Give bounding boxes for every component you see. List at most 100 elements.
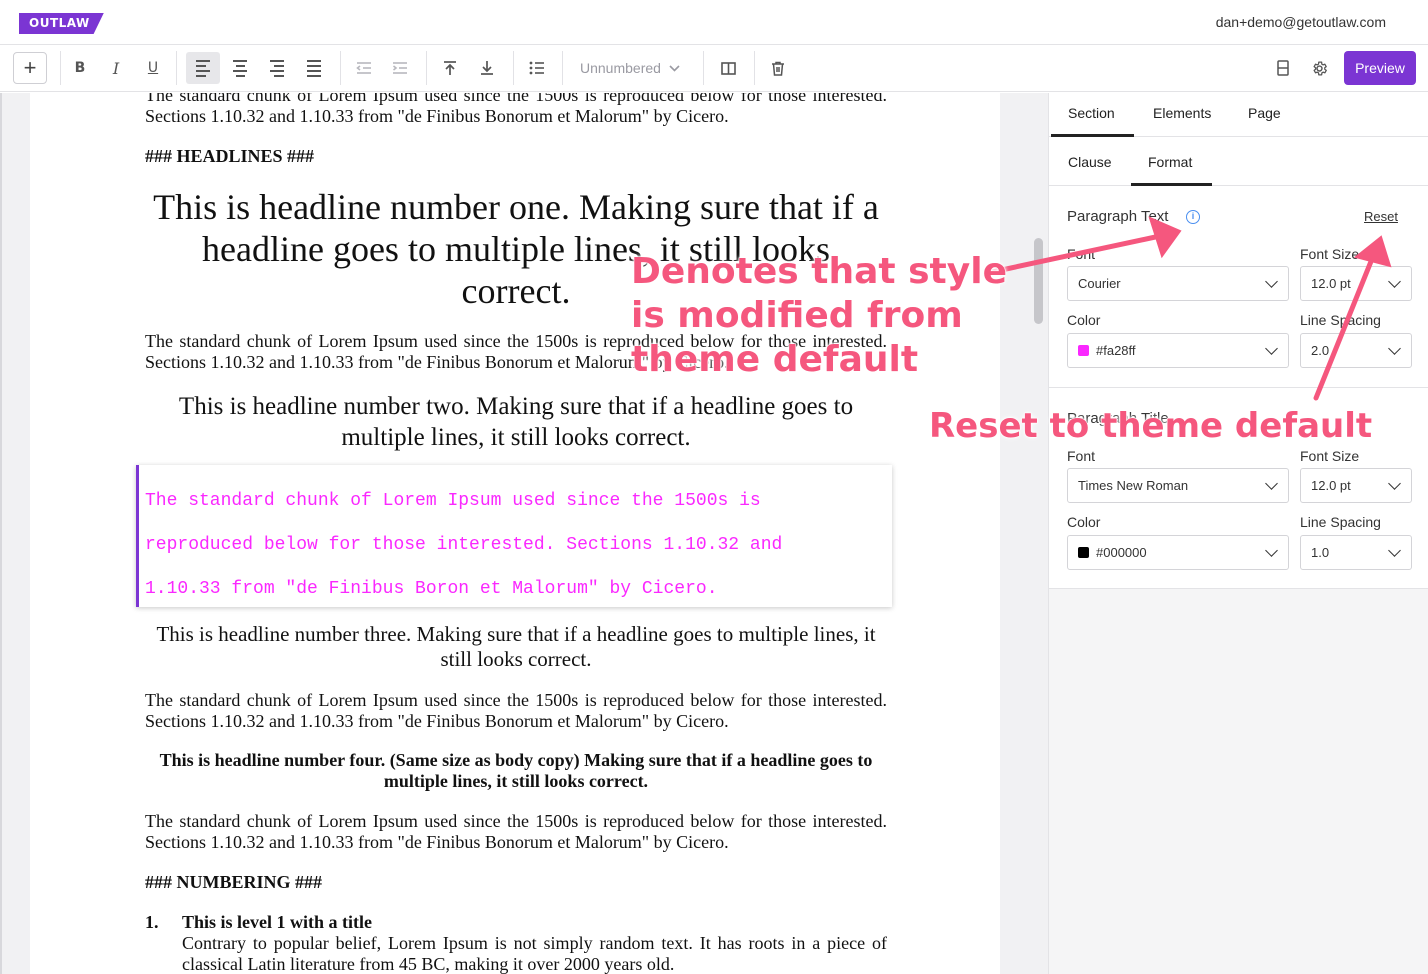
italic-button[interactable]: I [100, 52, 132, 84]
color-select[interactable]: #fa28ff [1067, 333, 1289, 368]
toolbar-divider [562, 51, 563, 85]
font-size-label: Font Size [1300, 246, 1360, 262]
add-element-button[interactable]: + [13, 52, 47, 84]
color-label: Color [1067, 514, 1101, 530]
move-up-button[interactable] [434, 52, 466, 84]
trash-icon [772, 61, 784, 76]
paragraph-body[interactable]: The standard chunk of Lorem Ipsum used s… [145, 811, 887, 853]
move-up-icon [444, 61, 456, 75]
chevron-down-icon [1388, 342, 1401, 355]
title-line-spacing-select[interactable]: 1.0 [1300, 535, 1412, 570]
format-settings-card: Section Elements Page Clause Format Para… [1049, 93, 1428, 589]
annotation-line: theme default [631, 339, 919, 381]
align-right-icon [270, 59, 284, 77]
chevron-down-icon [669, 64, 680, 72]
tab-elements[interactable]: Elements [1153, 105, 1211, 121]
annotation-modified-style: Denotes that style is modified from them… [631, 250, 1008, 382]
top-bar: OUTLAW dan+demo@getoutlaw.com [0, 0, 1428, 45]
font-select-value: Courier [1078, 276, 1121, 291]
gear-icon [1312, 60, 1327, 76]
list-item-text: Contrary to popular belief, Lorem Ipsum … [182, 933, 887, 974]
move-down-button[interactable] [471, 52, 503, 84]
align-justify-icon [307, 59, 321, 77]
paragraph-text-heading: Paragraph Text [1067, 208, 1169, 225]
underline-button[interactable]: U [137, 52, 169, 84]
chevron-down-icon [1388, 477, 1401, 490]
reset-link[interactable]: Reset [1364, 209, 1398, 224]
bold-button[interactable]: B [64, 52, 96, 84]
user-email[interactable]: dan+demo@getoutlaw.com [1216, 14, 1386, 30]
align-left-button[interactable] [186, 52, 220, 84]
toolbar-divider [60, 51, 61, 85]
split-columns-button[interactable] [712, 52, 744, 84]
preview-button[interactable]: Preview [1344, 51, 1416, 85]
columns-icon [720, 61, 736, 75]
panel-subtabs: Clause Format [1049, 137, 1428, 186]
list-item-title: This is level 1 with a title [182, 912, 372, 932]
title-font-select[interactable]: Times New Roman [1067, 468, 1289, 503]
font-label: Font [1067, 246, 1096, 262]
title-font-size-select[interactable]: 12.0 pt [1300, 468, 1412, 503]
properties-panel: Section Elements Page Clause Format Para… [1048, 93, 1428, 974]
align-left-icon [196, 59, 210, 77]
editor-scrollbar[interactable] [1034, 238, 1043, 324]
align-right-button[interactable] [261, 52, 293, 84]
title-color-select[interactable]: #000000 [1067, 535, 1289, 570]
line-spacing-label: Line Spacing [1300, 514, 1381, 530]
headline-three[interactable]: This is headline number three. Making su… [145, 622, 887, 672]
chevron-down-icon [1265, 544, 1278, 557]
page-layout-button[interactable] [1267, 52, 1299, 84]
align-center-button[interactable] [224, 52, 256, 84]
font-size-select[interactable]: 12.0 pt [1300, 266, 1412, 301]
align-justify-button[interactable] [298, 52, 330, 84]
annotation-line: Denotes that style [631, 251, 1008, 293]
delete-button[interactable] [762, 52, 794, 84]
formatting-toolbar: + B I U Unnumbered Preview [0, 45, 1428, 92]
tab-format[interactable]: Format [1148, 154, 1192, 170]
numbering-select-value: Unnumbered [580, 60, 661, 76]
numbering-select[interactable]: Unnumbered [570, 53, 692, 83]
chevron-down-icon [1265, 342, 1278, 355]
section-divider [1049, 387, 1428, 388]
chevron-down-icon [1265, 477, 1278, 490]
list-number: 1. [145, 912, 159, 932]
tab-clause[interactable]: Clause [1068, 154, 1112, 170]
toolbar-divider [340, 51, 341, 85]
title-font-select-value: Times New Roman [1078, 478, 1189, 493]
tab-page[interactable]: Page [1248, 105, 1281, 121]
paragraph-body[interactable]: The standard chunk of Lorem Ipsum used s… [145, 690, 887, 732]
font-size-label: Font Size [1300, 448, 1360, 464]
toolbar-divider [426, 51, 427, 85]
indent-button[interactable] [384, 52, 416, 84]
color-label: Color [1067, 312, 1101, 328]
outlaw-logo[interactable]: OUTLAW [19, 13, 104, 34]
indent-icon [393, 62, 407, 74]
panel-tabs: Section Elements Page [1049, 93, 1428, 137]
toolbar-divider [176, 51, 177, 85]
styled-line: 1.10.33 from "de Finibus Boron et Maloru… [145, 579, 718, 599]
info-icon[interactable]: i [1186, 210, 1200, 224]
font-label: Font [1067, 448, 1096, 464]
bullet-list-button[interactable] [521, 52, 553, 84]
title-font-size-select-value: 12.0 pt [1311, 478, 1351, 493]
align-center-icon [233, 59, 247, 77]
modified-style-paragraph[interactable]: The standard chunk of Lorem Ipsum used s… [136, 465, 892, 607]
document-page[interactable]: The standard chunk of Lorem Ipsum used s… [30, 93, 1000, 974]
toolbar-divider [703, 51, 704, 85]
styled-line: reproduced below for those interested. S… [145, 535, 783, 555]
outdent-button[interactable] [348, 52, 380, 84]
active-subtab-indicator [1131, 183, 1212, 186]
section-marker-headlines[interactable]: ### HEADLINES ### [145, 146, 314, 167]
section-marker-numbering[interactable]: ### NUMBERING ### [145, 872, 322, 893]
settings-button[interactable] [1303, 52, 1335, 84]
annotation-reset-note: Reset to theme default [928, 406, 1373, 447]
line-spacing-select-value: 2.0 [1311, 343, 1330, 358]
line-spacing-label: Line Spacing [1300, 312, 1381, 328]
line-spacing-select[interactable]: 2.0 [1300, 333, 1412, 368]
headline-two[interactable]: This is headline number two. Making sure… [145, 391, 887, 453]
font-select[interactable]: Courier [1067, 266, 1289, 301]
chevron-down-icon [1388, 544, 1401, 557]
headline-four[interactable]: This is headline number four. (Same size… [145, 750, 887, 792]
tab-section[interactable]: Section [1068, 105, 1115, 121]
paragraph-body[interactable]: The standard chunk of Lorem Ipsum used s… [145, 93, 887, 127]
